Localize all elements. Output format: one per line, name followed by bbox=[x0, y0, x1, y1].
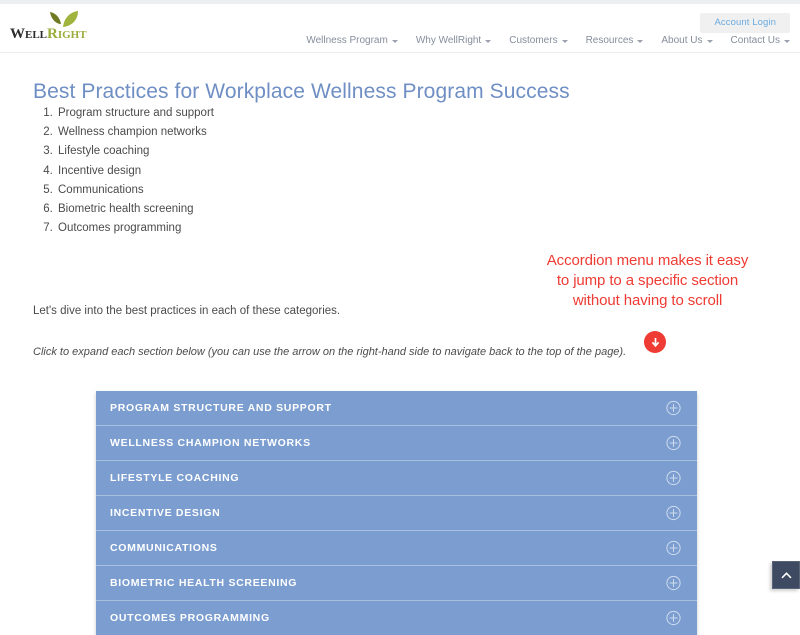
categories-list: Program structure and support Wellness c… bbox=[36, 104, 214, 238]
chevron-down-icon bbox=[706, 40, 713, 43]
nav-item-wellness-program[interactable]: Wellness Program bbox=[306, 36, 398, 46]
list-item: Wellness champion networks bbox=[56, 123, 214, 142]
nav-label: Contact Us bbox=[730, 35, 780, 46]
plus-circle-icon[interactable] bbox=[666, 540, 681, 556]
accordion-item-label: Program structure and support bbox=[110, 402, 332, 414]
nav-item-customers[interactable]: Customers bbox=[509, 35, 568, 46]
nav-label: About Us bbox=[661, 35, 703, 46]
accordion-item-biometric-health-screening[interactable]: Biometric health screening bbox=[96, 566, 697, 601]
accordion-item-label: Outcomes programming bbox=[110, 612, 270, 624]
main-navigation: Wellness Program Why WellRight Customers… bbox=[306, 36, 790, 46]
account-login-button[interactable]: Account Login bbox=[700, 13, 790, 33]
nav-label: Why WellRight bbox=[415, 35, 482, 46]
back-to-top-button[interactable] bbox=[772, 561, 800, 589]
annotation-line-1: Accordion menu makes it easy bbox=[546, 252, 749, 269]
nav-label: Wellness Program bbox=[306, 35, 388, 46]
chevron-down-icon bbox=[561, 40, 568, 43]
annotation-line-3: without having to scroll bbox=[572, 292, 723, 309]
site-header: WellRight Account Login Wellness Program… bbox=[0, 4, 800, 53]
nav-item-why-wellright[interactable]: Why WellRight bbox=[415, 35, 492, 46]
nav-item-resources[interactable]: Resources bbox=[586, 36, 644, 46]
plus-circle-icon[interactable] bbox=[666, 505, 681, 521]
list-item: Outcomes programming bbox=[56, 219, 214, 238]
annotation-text: Accordion menu makes it easy to jump to … bbox=[505, 251, 790, 311]
arrow-down-circle-icon bbox=[644, 331, 666, 353]
accordion-item-label: Biometric health screening bbox=[110, 577, 298, 589]
list-item: Communications bbox=[56, 181, 214, 200]
accordion-item-incentive-design[interactable]: Incentive design bbox=[96, 496, 697, 531]
nav-label: Resources bbox=[585, 35, 634, 46]
accordion-item-label: Lifestyle coaching bbox=[110, 472, 240, 484]
nav-item-contact-us[interactable]: Contact Us bbox=[731, 36, 790, 46]
accordion: Program structure and support Wellness c… bbox=[96, 391, 697, 635]
list-item: Biometric health screening bbox=[56, 200, 214, 219]
logo-text-well: Well bbox=[10, 26, 48, 42]
accordion-item-communications[interactable]: Communications bbox=[96, 531, 697, 566]
plus-circle-icon[interactable] bbox=[666, 400, 681, 416]
logo-wordmark: WellRight bbox=[10, 27, 87, 42]
list-item: Lifestyle coaching bbox=[56, 142, 214, 161]
plus-circle-icon[interactable] bbox=[666, 575, 681, 591]
logo-text-right: Right bbox=[47, 26, 87, 42]
accordion-item-program-structure-and-support[interactable]: Program structure and support bbox=[96, 391, 697, 426]
site-logo[interactable]: WellRight bbox=[10, 10, 90, 48]
accordion-item-outcomes-programming[interactable]: Outcomes programming bbox=[96, 601, 697, 635]
chevron-down-icon bbox=[784, 40, 790, 43]
accordion-item-label: Communications bbox=[110, 542, 218, 554]
accordion-item-label: Incentive design bbox=[110, 507, 221, 519]
list-item: Incentive design bbox=[56, 162, 214, 181]
plus-circle-icon[interactable] bbox=[666, 435, 681, 451]
accordion-item-lifestyle-coaching[interactable]: Lifestyle coaching bbox=[96, 461, 697, 496]
list-item: Program structure and support bbox=[56, 104, 214, 123]
chevron-down-icon bbox=[637, 40, 644, 43]
annotation-line-2: to jump to a specific section bbox=[556, 272, 739, 289]
chevron-up-icon bbox=[780, 571, 792, 578]
instruction-paragraph: Click to expand each section below (you … bbox=[33, 346, 627, 358]
chevron-down-icon bbox=[485, 40, 492, 43]
accordion-item-wellness-champion-networks[interactable]: Wellness champion networks bbox=[96, 426, 697, 461]
accordion-item-label: Wellness champion networks bbox=[110, 437, 311, 449]
plus-circle-icon[interactable] bbox=[666, 470, 681, 486]
plus-circle-icon[interactable] bbox=[666, 610, 681, 626]
chevron-down-icon bbox=[391, 40, 398, 43]
intro-paragraph: Let's dive into the best practices in ea… bbox=[33, 305, 341, 317]
page-title: Best Practices for Workplace Wellness Pr… bbox=[33, 80, 570, 104]
nav-label: Customers bbox=[509, 35, 558, 46]
nav-item-about-us[interactable]: About Us bbox=[661, 35, 713, 46]
